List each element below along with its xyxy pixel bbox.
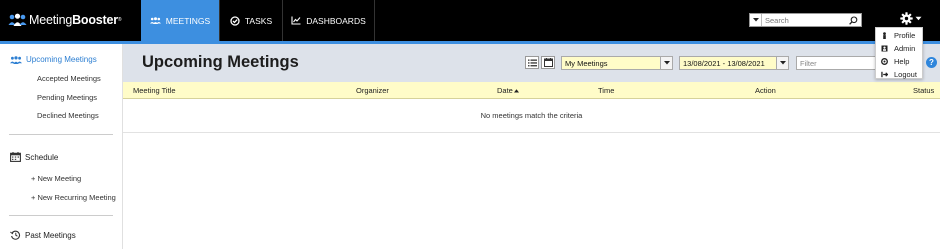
logo-trademark: ® <box>117 17 122 23</box>
table-bottom-border <box>123 132 940 133</box>
admin-icon <box>881 45 888 52</box>
column-header-date[interactable]: Date <box>497 86 519 95</box>
sidebar: Upcoming Meetings Accepted Meetings Pend… <box>0 44 123 249</box>
person-icon <box>883 32 886 39</box>
group-icon <box>10 55 22 64</box>
caret-down-icon <box>752 18 759 22</box>
sidebar-divider <box>9 215 113 216</box>
menu-item-admin[interactable]: Admin <box>876 42 922 55</box>
search-scope-dropdown[interactable] <box>750 14 762 26</box>
meetings-table-header: Meeting Title Organizer Date Time Action… <box>123 82 940 99</box>
caret-down-icon <box>779 61 786 65</box>
search-icon <box>848 15 857 25</box>
filter-placeholder: Filter <box>800 58 817 68</box>
logo-wordmark: MeetingBooster <box>29 13 118 27</box>
check-circle-icon <box>230 15 240 26</box>
menu-item-profile[interactable]: Profile <box>876 29 922 42</box>
sidebar-item-accepted-meetings[interactable]: Accepted Meetings <box>37 74 101 83</box>
group-icon <box>149 17 161 24</box>
filter-input[interactable]: Filter <box>796 56 876 70</box>
column-header-date-label: Date <box>497 86 513 95</box>
sidebar-item-pending-meetings[interactable]: Pending Meetings <box>37 93 97 102</box>
search-box <box>749 13 862 27</box>
sidebar-item-past-meetings[interactable]: Past Meetings <box>10 230 76 240</box>
sidebar-divider <box>9 134 113 135</box>
settings-menu-button[interactable] <box>900 12 922 25</box>
help-icon <box>881 58 888 65</box>
calendar-icon <box>10 152 21 162</box>
menu-item-logout-label: Logout <box>894 70 917 79</box>
menu-item-logout[interactable]: Logout <box>876 68 922 81</box>
calendar-view-button[interactable] <box>541 56 555 69</box>
list-icon <box>527 59 537 66</box>
column-header-organizer[interactable]: Organizer <box>356 86 389 95</box>
logo-people-icon <box>8 13 27 26</box>
sidebar-item-schedule: Schedule <box>10 152 58 162</box>
logout-icon <box>881 71 888 78</box>
meeting-filter-select[interactable]: My Meetings <box>561 56 673 70</box>
column-header-action[interactable]: Action <box>755 86 776 95</box>
sidebar-item-new-meeting[interactable]: + New Meeting <box>31 174 81 183</box>
search-button[interactable] <box>846 14 860 26</box>
sidebar-item-new-recurring-meeting[interactable]: + New Recurring Meeting <box>31 193 116 202</box>
tab-dashboards[interactable]: DASHBOARDS <box>283 0 375 41</box>
page-title: Upcoming Meetings <box>142 53 299 71</box>
history-icon <box>10 230 20 240</box>
menu-item-help[interactable]: Help <box>876 55 922 68</box>
help-icon[interactable]: ? <box>926 57 937 68</box>
sidebar-item-schedule-label: Schedule <box>25 152 59 162</box>
gear-icon <box>900 12 913 25</box>
date-range-select[interactable]: 13/08/2021 - 13/08/2021 <box>679 56 789 70</box>
line-chart-icon <box>291 16 301 25</box>
sidebar-item-declined-meetings[interactable]: Declined Meetings <box>37 111 99 120</box>
logo-word-booster: Booster <box>72 13 118 27</box>
tab-dashboards-label: DASHBOARDS <box>306 15 366 26</box>
sidebar-item-upcoming-meetings[interactable]: Upcoming Meetings <box>10 55 97 64</box>
list-view-button[interactable] <box>525 56 539 69</box>
meeting-filter-dropdown-arrow[interactable] <box>660 57 672 69</box>
meeting-filter-value: My Meetings <box>565 58 608 68</box>
tab-tasks[interactable]: TASKS <box>220 0 283 41</box>
column-header-time[interactable]: Time <box>598 86 614 95</box>
menu-item-help-label: Help <box>894 57 910 66</box>
date-range-value: 13/08/2021 - 13/08/2021 <box>683 58 765 68</box>
empty-state-message: No meetings match the criteria <box>480 111 583 120</box>
meetingbooster-logo[interactable]: MeetingBooster ® <box>8 11 122 29</box>
menu-item-profile-label: Profile <box>894 31 916 40</box>
tab-meetings-label: MEETINGS <box>165 15 211 26</box>
date-range-dropdown-arrow[interactable] <box>776 57 788 69</box>
sidebar-item-past-meetings-label: Past Meetings <box>25 230 76 240</box>
calendar-icon <box>543 58 553 67</box>
menu-item-admin-label: Admin <box>894 44 916 53</box>
column-header-status[interactable]: Status <box>913 86 934 95</box>
column-header-meeting-title[interactable]: Meeting Title <box>133 86 176 95</box>
sidebar-item-upcoming-meetings-label: Upcoming Meetings <box>26 55 97 64</box>
tab-meetings[interactable]: MEETINGS <box>141 0 220 41</box>
chevron-down-icon <box>915 16 922 21</box>
top-navigation-bar: MeetingBooster ® MEETINGS TASKS DASHBOARD… <box>0 0 940 41</box>
search-input[interactable] <box>762 14 846 26</box>
tab-tasks-label: TASKS <box>244 15 273 26</box>
caret-down-icon <box>663 61 670 65</box>
settings-dropdown-menu: Profile Admin Help Logout <box>875 27 923 79</box>
logo-word-meeting: Meeting <box>29 13 73 27</box>
page-header: Upcoming Meetings My Meetings 13/08/2021… <box>123 44 940 82</box>
sort-ascending-icon <box>513 89 519 93</box>
